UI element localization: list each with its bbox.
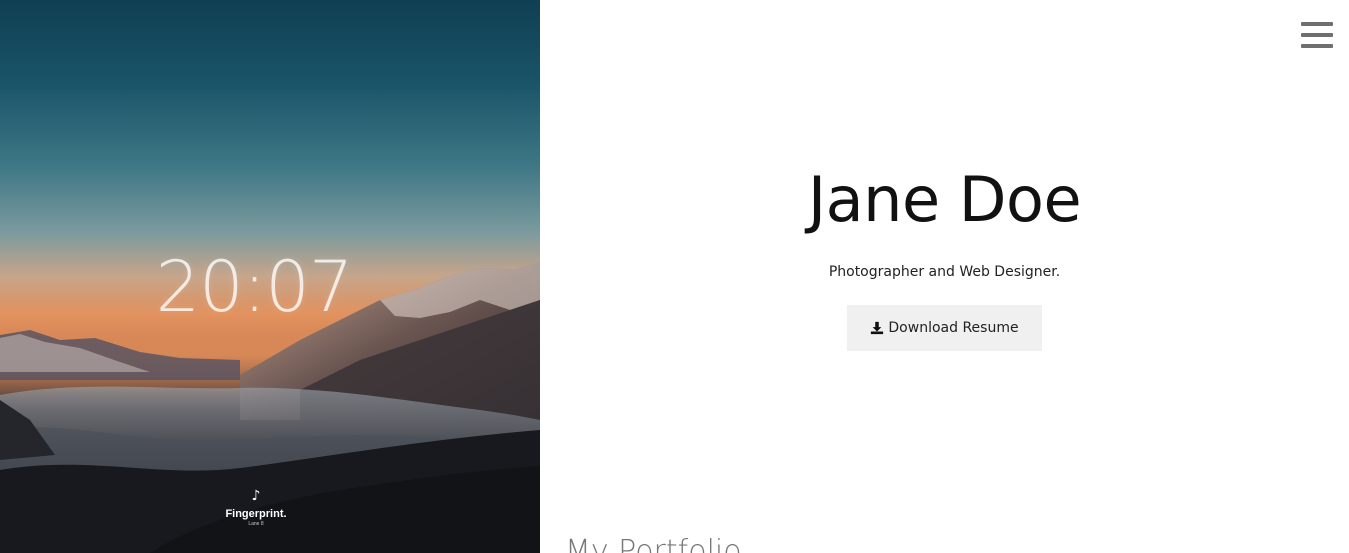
menu-bar bbox=[1301, 44, 1333, 48]
download-icon bbox=[871, 321, 884, 335]
download-resume-label: Download Resume bbox=[888, 320, 1019, 336]
menu-bar bbox=[1301, 22, 1333, 26]
hamburger-menu-icon[interactable] bbox=[1301, 22, 1333, 48]
music-note-icon: ♪ bbox=[251, 488, 261, 504]
tagline: Photographer and Web Designer. bbox=[828, 264, 1061, 280]
album-badge: ♪ Fingerprint. Lane 8 bbox=[200, 488, 312, 528]
album-title: Fingerprint. bbox=[225, 508, 287, 520]
clock-time: 20:07 bbox=[155, 246, 354, 328]
download-resume-button[interactable]: Download Resume bbox=[847, 305, 1042, 351]
hero-photo: 20:07 ♪ Fingerprint. Lane 8 bbox=[0, 0, 540, 553]
intro-section: Jane Doe Photographer and Web Designer. … bbox=[540, 160, 1349, 351]
album-artist: Lane 8 bbox=[248, 521, 264, 527]
menu-bar bbox=[1301, 33, 1333, 37]
page: 20:07 ♪ Fingerprint. Lane 8 Jane Doe Pho… bbox=[0, 0, 1349, 553]
portfolio-heading: My Portfolio bbox=[565, 534, 742, 553]
page-title: Jane Doe bbox=[807, 163, 1082, 236]
